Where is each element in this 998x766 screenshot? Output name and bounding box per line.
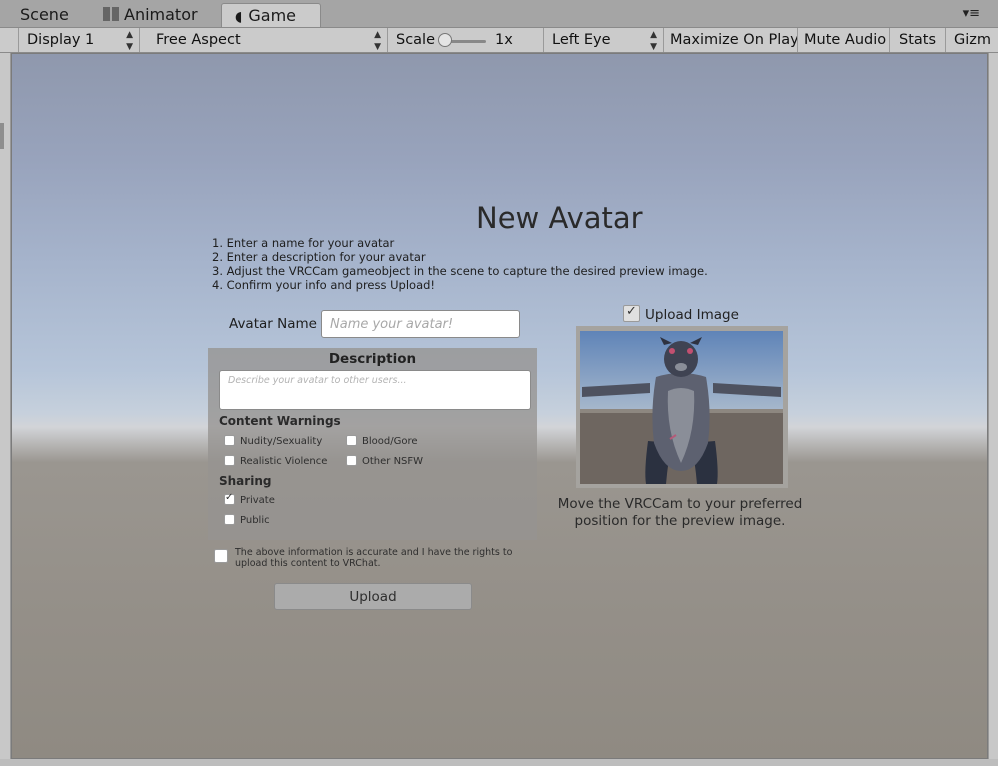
mute-audio-label: Mute Audio bbox=[804, 32, 887, 48]
violence-checkbox-row[interactable]: Realistic Violence bbox=[224, 455, 327, 467]
left-panel-edge bbox=[0, 53, 11, 766]
private-option-row[interactable]: Private bbox=[224, 492, 275, 506]
avatar-preview-image bbox=[580, 331, 783, 484]
violence-label: Realistic Violence bbox=[240, 456, 328, 467]
panel-menu-icon[interactable]: ▾≡ bbox=[963, 6, 980, 21]
tab-game-label: Game bbox=[248, 6, 297, 25]
right-panel-edge bbox=[988, 53, 998, 766]
aspect-dropdown-value: Free Aspect bbox=[156, 32, 241, 48]
preview-image-frame bbox=[576, 326, 788, 488]
instruction-item: 3. Adjust the VRCCam gameobject in the s… bbox=[212, 264, 708, 278]
stats-label: Stats bbox=[899, 32, 937, 48]
upload-button[interactable]: Upload bbox=[274, 583, 472, 610]
blood-checkbox-row[interactable]: Blood/Gore bbox=[346, 435, 418, 447]
gizmos-dropdown[interactable]: Gizm bbox=[946, 28, 998, 52]
game-view-toolbar: Display 1 ▲ ▼ Free Aspect ▲ ▼ Scale 1x Lef… bbox=[0, 27, 998, 53]
maximize-on-play-toggle[interactable]: Maximize On Play bbox=[664, 28, 798, 52]
nudity-checkbox[interactable] bbox=[224, 435, 235, 446]
scale-control: Scale 1x bbox=[388, 28, 544, 52]
mute-audio-toggle[interactable]: Mute Audio bbox=[798, 28, 890, 52]
instruction-item: 4. Confirm your info and press Upload! bbox=[212, 278, 436, 292]
blood-checkbox[interactable] bbox=[346, 435, 357, 446]
tab-animator-label: Animator bbox=[124, 5, 198, 24]
rights-label: The above information is accurate and I … bbox=[235, 547, 513, 569]
rights-checkbox[interactable] bbox=[214, 549, 228, 563]
display-dropdown[interactable]: Display 1 ▲ ▼ bbox=[18, 28, 140, 52]
avatar-name-label: Avatar Name bbox=[229, 316, 317, 332]
nsfw-label: Other NSFW bbox=[362, 456, 424, 467]
description-heading: Description bbox=[328, 351, 417, 367]
dropdown-arrows-icon: ▲ ▼ bbox=[374, 30, 381, 52]
instruction-item: 2. Enter a description for your avatar bbox=[212, 250, 426, 264]
tab-scene-label: Scene bbox=[20, 5, 69, 24]
scrollbar-thumb[interactable] bbox=[0, 123, 4, 149]
upload-image-label: Upload Image bbox=[645, 307, 739, 323]
description-panel: Description Content Warnings Nudity/Sexu… bbox=[208, 348, 537, 540]
game-controller-icon: ◖ bbox=[235, 9, 243, 25]
animator-icon bbox=[103, 7, 119, 21]
bottom-panel-edge bbox=[0, 759, 998, 766]
scale-slider-thumb[interactable] bbox=[438, 33, 452, 47]
public-option-row[interactable]: Public bbox=[224, 514, 270, 526]
scale-label: Scale bbox=[396, 32, 436, 48]
eye-dropdown-value: Left Eye bbox=[552, 32, 611, 48]
gizmos-label: Gizm bbox=[954, 32, 992, 48]
public-label: Public bbox=[240, 515, 270, 526]
scale-value: 1x bbox=[495, 32, 513, 48]
description-input[interactable] bbox=[219, 370, 531, 410]
dropdown-arrows-icon: ▲ ▼ bbox=[650, 30, 657, 52]
nudity-label: Nudity/Sexuality bbox=[240, 436, 323, 447]
display-dropdown-value: Display 1 bbox=[27, 32, 95, 48]
private-label: Private bbox=[240, 495, 275, 506]
tab-animator[interactable]: Animator bbox=[103, 3, 198, 27]
maximize-on-play-label: Maximize On Play bbox=[670, 32, 798, 48]
dropdown-arrows-icon: ▲ ▼ bbox=[126, 30, 133, 52]
tab-game[interactable]: ◖ Game bbox=[221, 3, 321, 28]
private-checkbox[interactable] bbox=[224, 492, 235, 505]
content-warnings-label: Content Warnings bbox=[219, 414, 341, 428]
violence-checkbox[interactable] bbox=[224, 455, 235, 466]
preview-caption: Move the VRCCam to your preferred positi… bbox=[557, 496, 803, 529]
tab-scene[interactable]: Scene bbox=[20, 3, 69, 27]
instruction-item: 1. Enter a name for your avatar bbox=[212, 236, 395, 250]
nsfw-checkbox-row[interactable]: Other NSFW bbox=[346, 455, 423, 467]
nsfw-checkbox[interactable] bbox=[346, 455, 357, 466]
eye-dropdown[interactable]: Left Eye ▲ ▼ bbox=[544, 28, 664, 52]
page-title: New Avatar bbox=[476, 201, 643, 235]
upload-image-checkbox[interactable] bbox=[623, 304, 640, 322]
stats-toggle[interactable]: Stats bbox=[890, 28, 946, 52]
instructions-list: 1. Enter a name for your avatar 2. Enter… bbox=[212, 236, 708, 292]
avatar-name-input[interactable] bbox=[321, 310, 520, 338]
sharing-label: Sharing bbox=[219, 474, 272, 488]
nudity-checkbox-row[interactable]: Nudity/Sexuality bbox=[224, 435, 322, 447]
editor-tab-bar: Scene Animator ◖ Game ▾≡ bbox=[0, 0, 998, 28]
upload-image-toggle[interactable]: Upload Image bbox=[623, 304, 739, 323]
blood-label: Blood/Gore bbox=[362, 436, 418, 447]
aspect-dropdown[interactable]: Free Aspect ▲ ▼ bbox=[148, 28, 388, 52]
public-checkbox[interactable] bbox=[224, 514, 235, 525]
